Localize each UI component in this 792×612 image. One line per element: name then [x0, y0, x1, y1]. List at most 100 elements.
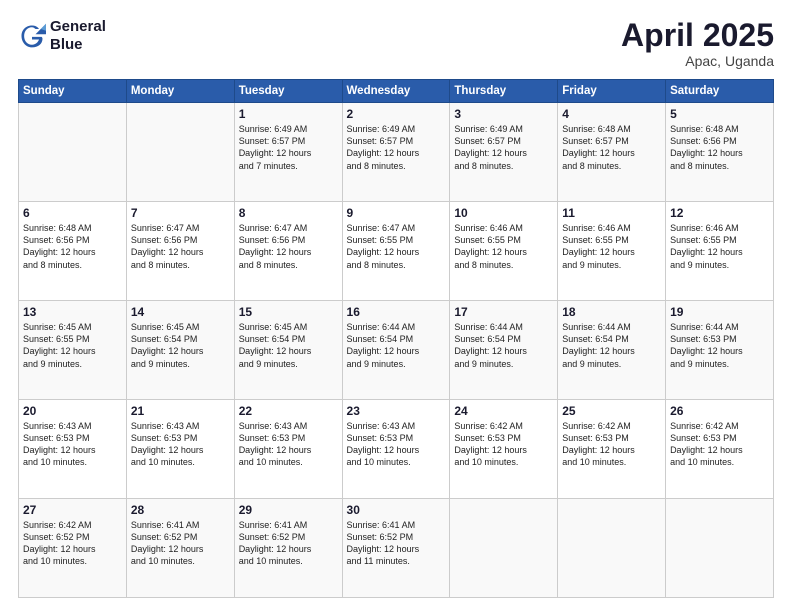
calendar-cell: 26 Sunrise: 6:42 AM Sunset: 6:53 PM Dayli…	[666, 400, 774, 499]
cell-content: Sunrise: 6:42 AM Sunset: 6:53 PM Dayligh…	[454, 420, 553, 469]
day-number: 20	[23, 404, 122, 418]
day-number: 2	[347, 107, 446, 121]
header: General Blue April 2025 Apac, Uganda	[18, 18, 774, 69]
cell-content: Sunrise: 6:41 AM Sunset: 6:52 PM Dayligh…	[131, 519, 230, 568]
cell-content: Sunrise: 6:49 AM Sunset: 6:57 PM Dayligh…	[239, 123, 338, 172]
day-number: 8	[239, 206, 338, 220]
calendar-cell: 10 Sunrise: 6:46 AM Sunset: 6:55 PM Dayli…	[450, 202, 558, 301]
day-number: 11	[562, 206, 661, 220]
calendar-cell	[450, 499, 558, 598]
cell-content: Sunrise: 6:44 AM Sunset: 6:53 PM Dayligh…	[670, 321, 769, 370]
day-header-wednesday: Wednesday	[342, 80, 450, 103]
day-number: 28	[131, 503, 230, 517]
day-number: 4	[562, 107, 661, 121]
day-number: 29	[239, 503, 338, 517]
calendar-cell: 25 Sunrise: 6:42 AM Sunset: 6:53 PM Dayli…	[558, 400, 666, 499]
calendar-cell: 16 Sunrise: 6:44 AM Sunset: 6:54 PM Dayli…	[342, 301, 450, 400]
day-number: 30	[347, 503, 446, 517]
cell-content: Sunrise: 6:47 AM Sunset: 6:56 PM Dayligh…	[239, 222, 338, 271]
calendar-cell: 23Sunrise: 6:43 AM Sunset: 6:53 PM Dayli…	[342, 400, 450, 499]
day-number: 15	[239, 305, 338, 319]
day-number: 6	[23, 206, 122, 220]
logo-line1: General	[50, 18, 106, 36]
calendar-cell: 13Sunrise: 6:45 AM Sunset: 6:55 PM Dayli…	[19, 301, 127, 400]
subtitle: Apac, Uganda	[621, 53, 774, 69]
day-number: 5	[670, 107, 769, 121]
day-number: 25	[562, 404, 661, 418]
cell-content: Sunrise: 6:45 AM Sunset: 6:55 PM Dayligh…	[23, 321, 122, 370]
day-number: 7	[131, 206, 230, 220]
day-number: 23	[347, 404, 446, 418]
calendar-cell: 30Sunrise: 6:41 AM Sunset: 6:52 PM Dayli…	[342, 499, 450, 598]
day-number: 10	[454, 206, 553, 220]
cell-content: Sunrise: 6:44 AM Sunset: 6:54 PM Dayligh…	[347, 321, 446, 370]
calendar-cell: 28 Sunrise: 6:41 AM Sunset: 6:52 PM Dayli…	[126, 499, 234, 598]
calendar-cell: 4Sunrise: 6:48 AM Sunset: 6:57 PM Daylig…	[558, 103, 666, 202]
calendar-week-1: 1 Sunrise: 6:49 AM Sunset: 6:57 PM Daylig…	[19, 103, 774, 202]
calendar-cell: 8 Sunrise: 6:47 AM Sunset: 6:56 PM Daylig…	[234, 202, 342, 301]
day-number: 3	[454, 107, 553, 121]
cell-content: Sunrise: 6:46 AM Sunset: 6:55 PM Dayligh…	[454, 222, 553, 271]
calendar-cell: 6 Sunrise: 6:48 AM Sunset: 6:56 PM Daylig…	[19, 202, 127, 301]
day-header-saturday: Saturday	[666, 80, 774, 103]
cell-content: Sunrise: 6:46 AM Sunset: 6:55 PM Dayligh…	[670, 222, 769, 271]
day-header-thursday: Thursday	[450, 80, 558, 103]
day-number: 17	[454, 305, 553, 319]
day-number: 24	[454, 404, 553, 418]
page: General Blue April 2025 Apac, Uganda Sun…	[0, 0, 792, 612]
calendar-cell: 11Sunrise: 6:46 AM Sunset: 6:55 PM Dayli…	[558, 202, 666, 301]
day-number: 21	[131, 404, 230, 418]
cell-content: Sunrise: 6:41 AM Sunset: 6:52 PM Dayligh…	[239, 519, 338, 568]
title-block: April 2025 Apac, Uganda	[621, 18, 774, 69]
day-number: 12	[670, 206, 769, 220]
cell-content: Sunrise: 6:49 AM Sunset: 6:57 PM Dayligh…	[454, 123, 553, 172]
day-number: 27	[23, 503, 122, 517]
cell-content: Sunrise: 6:44 AM Sunset: 6:54 PM Dayligh…	[562, 321, 661, 370]
calendar-week-2: 6 Sunrise: 6:48 AM Sunset: 6:56 PM Daylig…	[19, 202, 774, 301]
cell-content: Sunrise: 6:47 AM Sunset: 6:56 PM Dayligh…	[131, 222, 230, 271]
cell-content: Sunrise: 6:47 AM Sunset: 6:55 PM Dayligh…	[347, 222, 446, 271]
day-number: 18	[562, 305, 661, 319]
cell-content: Sunrise: 6:45 AM Sunset: 6:54 PM Dayligh…	[239, 321, 338, 370]
calendar-cell	[19, 103, 127, 202]
calendar-header-row: SundayMondayTuesdayWednesdayThursdayFrid…	[19, 80, 774, 103]
calendar-cell: 20 Sunrise: 6:43 AM Sunset: 6:53 PM Dayli…	[19, 400, 127, 499]
calendar-cell	[558, 499, 666, 598]
logo-icon	[18, 22, 46, 50]
day-number: 1	[239, 107, 338, 121]
cell-content: Sunrise: 6:43 AM Sunset: 6:53 PM Dayligh…	[239, 420, 338, 469]
cell-content: Sunrise: 6:43 AM Sunset: 6:53 PM Dayligh…	[23, 420, 122, 469]
calendar-cell	[126, 103, 234, 202]
cell-content: Sunrise: 6:42 AM Sunset: 6:53 PM Dayligh…	[562, 420, 661, 469]
cell-content: Sunrise: 6:45 AM Sunset: 6:54 PM Dayligh…	[131, 321, 230, 370]
day-number: 16	[347, 305, 446, 319]
day-header-friday: Friday	[558, 80, 666, 103]
main-title: April 2025	[621, 18, 774, 53]
calendar-cell: 19 Sunrise: 6:44 AM Sunset: 6:53 PM Dayli…	[666, 301, 774, 400]
cell-content: Sunrise: 6:48 AM Sunset: 6:56 PM Dayligh…	[670, 123, 769, 172]
calendar-cell: 21 Sunrise: 6:43 AM Sunset: 6:53 PM Dayli…	[126, 400, 234, 499]
calendar-cell: 27Sunrise: 6:42 AM Sunset: 6:52 PM Dayli…	[19, 499, 127, 598]
cell-content: Sunrise: 6:48 AM Sunset: 6:56 PM Dayligh…	[23, 222, 122, 271]
calendar-cell: 12 Sunrise: 6:46 AM Sunset: 6:55 PM Dayli…	[666, 202, 774, 301]
calendar-cell: 18 Sunrise: 6:44 AM Sunset: 6:54 PM Dayli…	[558, 301, 666, 400]
calendar-table: SundayMondayTuesdayWednesdayThursdayFrid…	[18, 79, 774, 598]
calendar-cell: 15 Sunrise: 6:45 AM Sunset: 6:54 PM Dayli…	[234, 301, 342, 400]
day-header-monday: Monday	[126, 80, 234, 103]
logo-line2: Blue	[50, 36, 106, 54]
day-number: 14	[131, 305, 230, 319]
day-number: 22	[239, 404, 338, 418]
day-number: 9	[347, 206, 446, 220]
calendar-cell: 7 Sunrise: 6:47 AM Sunset: 6:56 PM Daylig…	[126, 202, 234, 301]
day-number: 19	[670, 305, 769, 319]
calendar-cell: 17Sunrise: 6:44 AM Sunset: 6:54 PM Dayli…	[450, 301, 558, 400]
cell-content: Sunrise: 6:43 AM Sunset: 6:53 PM Dayligh…	[131, 420, 230, 469]
calendar-week-5: 27Sunrise: 6:42 AM Sunset: 6:52 PM Dayli…	[19, 499, 774, 598]
calendar-cell: 9 Sunrise: 6:47 AM Sunset: 6:55 PM Daylig…	[342, 202, 450, 301]
calendar-cell: 14 Sunrise: 6:45 AM Sunset: 6:54 PM Dayli…	[126, 301, 234, 400]
calendar-cell: 2Sunrise: 6:49 AM Sunset: 6:57 PM Daylig…	[342, 103, 450, 202]
day-number: 26	[670, 404, 769, 418]
calendar-week-4: 20 Sunrise: 6:43 AM Sunset: 6:53 PM Dayli…	[19, 400, 774, 499]
day-header-tuesday: Tuesday	[234, 80, 342, 103]
cell-content: Sunrise: 6:42 AM Sunset: 6:53 PM Dayligh…	[670, 420, 769, 469]
